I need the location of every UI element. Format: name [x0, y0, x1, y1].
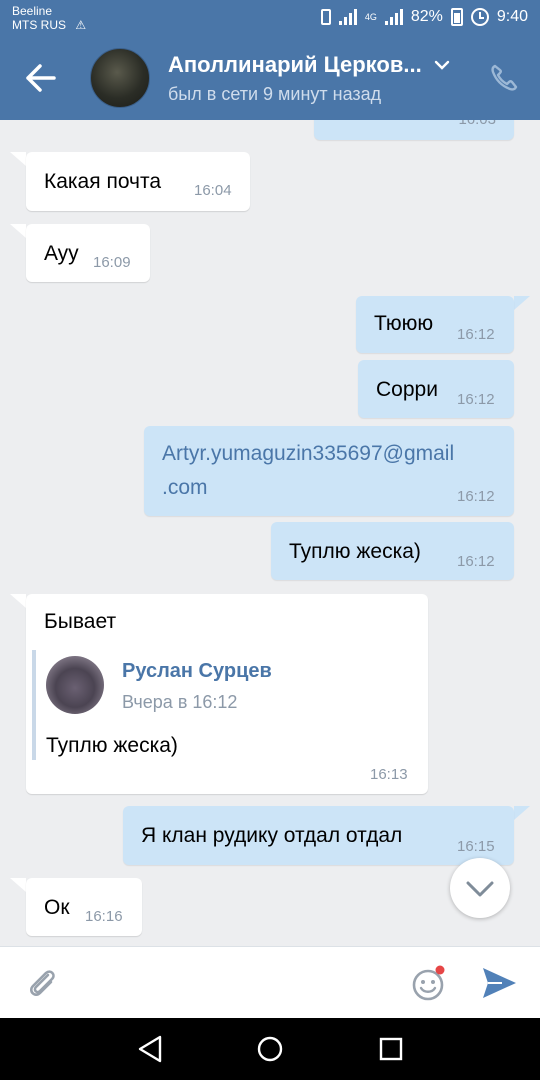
message-time: 16:12: [457, 488, 495, 505]
message-bubble-outgoing[interactable]: 16:03: [314, 120, 514, 140]
bubble-tail: [10, 224, 26, 238]
email-link[interactable]: Artyr.yumaguzin335697@gmail: [162, 442, 454, 466]
vibrate-icon: [320, 9, 331, 25]
battery-percent: 82%: [410, 8, 443, 25]
message-time: 16:12: [457, 553, 495, 570]
network-type: 4G: [364, 11, 377, 22]
message-time: 16:12: [457, 326, 495, 343]
message-time: 16:03: [458, 120, 496, 128]
contact-avatar[interactable]: [90, 48, 150, 108]
scroll-down-button[interactable]: [450, 858, 510, 918]
status-bar: Beeline MTS RUS ⚠ 4G 82% 9:40: [0, 0, 540, 36]
paperclip-icon[interactable]: [24, 965, 60, 1001]
warning-icon: ⚠: [75, 18, 87, 32]
nav-back-icon[interactable]: [136, 1034, 164, 1064]
bubble-tail: [10, 152, 26, 166]
message-text: Ок: [44, 896, 70, 919]
phone-icon[interactable]: [488, 62, 520, 94]
send-icon[interactable]: [480, 965, 518, 1001]
bubble-tail: [10, 594, 26, 608]
forwarded-text: Туплю жеска): [46, 734, 178, 757]
message-bubble-outgoing[interactable]: Тююю 16:12: [356, 296, 514, 353]
status-icons: 4G 82% 9:40: [320, 8, 528, 26]
message-bubble-incoming[interactable]: Бывает Руслан Сурцев Вчера в 16:12 Туплю…: [26, 594, 428, 794]
signal-icon-2: [384, 9, 403, 25]
message-text: Туплю жеска): [289, 540, 421, 563]
message-text: Я клан рудику отдал отдал: [141, 824, 403, 847]
chevron-down-icon[interactable]: [433, 56, 451, 74]
arrow-left-icon[interactable]: [20, 60, 60, 96]
message-input-bar[interactable]: [0, 946, 540, 1018]
message-bubble-incoming[interactable]: Ок 16:16: [26, 878, 142, 936]
message-text: Тююю: [374, 312, 434, 335]
chat-header: Аполлинарий Церков... был в сети 9 минут…: [0, 36, 540, 120]
battery-icon: [450, 8, 463, 26]
forwarded-date: Вчера в 16:12: [122, 692, 238, 712]
nav-recent-apps-icon[interactable]: [378, 1036, 404, 1062]
message-bubble-incoming[interactable]: Какая почта 16:04: [26, 152, 250, 211]
chevron-down-icon: [466, 881, 494, 897]
system-navigation-bar: [0, 1018, 540, 1080]
message-bubble-outgoing[interactable]: Сорри 16:12: [358, 360, 514, 418]
clock: 9:40: [496, 8, 528, 25]
carrier-2: MTS RUS: [12, 18, 66, 32]
message-text: Какая почта: [44, 170, 162, 193]
message-list[interactable]: 16:03 Какая почта 16:04 Ayy 16:09 Тююю 1…: [0, 120, 540, 946]
forwarded-author-name[interactable]: Руслан Сурцев: [122, 660, 272, 683]
smile-icon[interactable]: [410, 965, 448, 1003]
contact-name[interactable]: Аполлинарий Церков...: [168, 52, 430, 78]
message-bubble-outgoing[interactable]: Туплю жеска) 16:12: [271, 522, 514, 580]
message-time: 16:12: [457, 391, 495, 408]
alarm-icon: [470, 8, 489, 26]
forwarded-bar: [32, 650, 36, 760]
message-time: 16:09: [93, 254, 131, 271]
carrier-1: Beeline: [12, 4, 53, 18]
message-time: 16:16: [85, 908, 123, 925]
carrier-info: Beeline MTS RUS ⚠: [12, 4, 86, 32]
message-text: Бывает: [44, 610, 117, 633]
forwarded-author-avatar[interactable]: [46, 656, 104, 714]
message-text: Сорри: [376, 378, 438, 401]
message-time: 16:13: [370, 766, 408, 783]
message-time: 16:15: [457, 838, 495, 855]
message-bubble-incoming[interactable]: Ayy 16:09: [26, 224, 150, 282]
message-text: Ayy: [44, 242, 79, 265]
message-bubble-outgoing[interactable]: Я клан рудику отдал отдал 16:15: [123, 806, 514, 865]
message-bubble-outgoing[interactable]: Artyr.yumaguzin335697@gmail .com 16:12: [144, 426, 514, 516]
bubble-tail: [514, 296, 530, 310]
signal-icon: [338, 9, 357, 25]
bubble-tail: [514, 806, 530, 820]
email-link-continued[interactable]: .com: [162, 476, 208, 500]
nav-home-icon[interactable]: [256, 1035, 284, 1063]
last-seen-status: был в сети 9 минут назад: [168, 84, 382, 104]
bubble-tail: [10, 878, 26, 892]
message-time: 16:04: [194, 182, 232, 199]
